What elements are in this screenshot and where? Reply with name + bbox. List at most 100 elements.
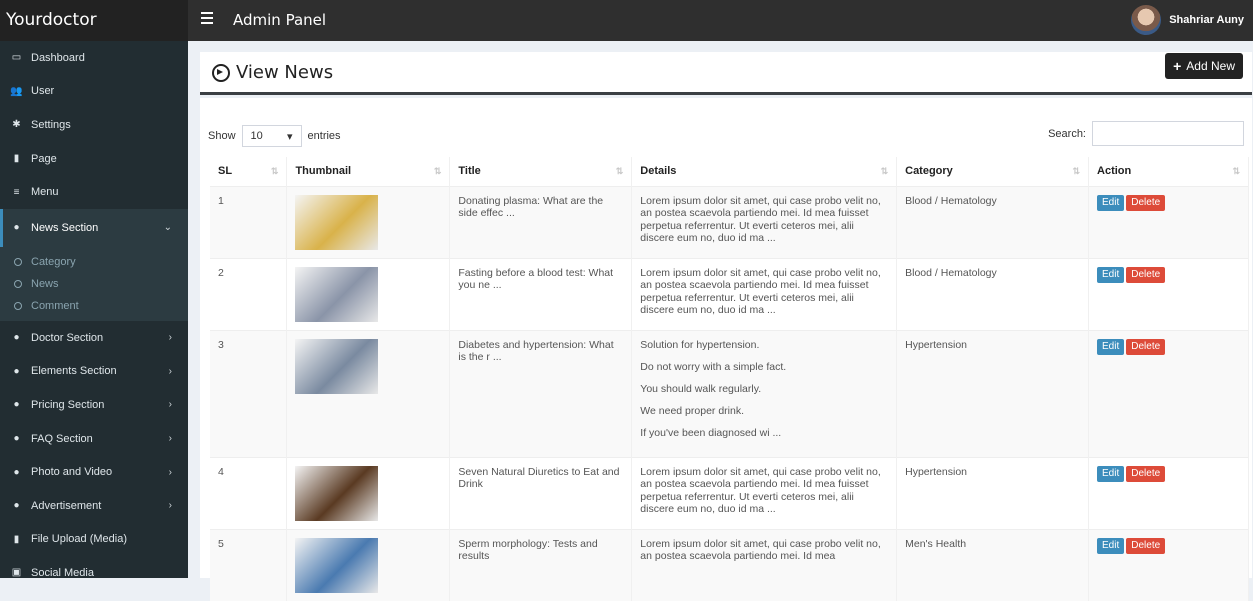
delete-button[interactable]: Delete bbox=[1126, 537, 1166, 554]
page-size-select[interactable]: 10 ▾ bbox=[241, 125, 302, 147]
cell-action: Edit Delete bbox=[1088, 528, 1249, 601]
sidebar-item-label: Pricing Section bbox=[31, 398, 105, 411]
table-row: 4 Seven Natural Diuretics to Eat and Drin… bbox=[210, 456, 1249, 529]
panel-title: Admin Panel bbox=[233, 11, 327, 29]
avatar[interactable] bbox=[1131, 5, 1162, 35]
sidebar-item-label: User bbox=[31, 85, 55, 98]
file-icon: ▮ bbox=[13, 533, 20, 545]
page-size-value: 10 bbox=[250, 130, 263, 142]
sidebar-item-menu[interactable]: ≡ Menu bbox=[0, 175, 188, 209]
cell-title: Diabetes and hypertension: What is the r… bbox=[449, 329, 633, 457]
sidebar-item-page[interactable]: ▮ Page bbox=[0, 142, 188, 176]
edit-button[interactable]: Edit bbox=[1097, 194, 1125, 211]
action-buttons: Edit Delete bbox=[1097, 266, 1240, 283]
cell-title: Seven Natural Diuretics to Eat and Drink bbox=[449, 456, 633, 529]
cell-category: Men's Health bbox=[896, 528, 1090, 601]
column-header-thumbnail[interactable]: Thumbnail ⇅ bbox=[286, 157, 451, 186]
cell-sl: 1 bbox=[210, 185, 288, 258]
action-buttons: Edit Delete bbox=[1097, 338, 1240, 355]
cell-thumbnail bbox=[286, 456, 451, 529]
delete-button[interactable]: Delete bbox=[1126, 465, 1166, 482]
sort-icon: ⇅ bbox=[615, 166, 624, 176]
column-header-title[interactable]: Title ⇅ bbox=[449, 157, 633, 186]
pin-icon: ● bbox=[13, 222, 20, 234]
file-icon: ▮ bbox=[13, 153, 20, 165]
sidebar-subitem-label: Comment bbox=[31, 299, 79, 312]
entries-label: entries bbox=[307, 130, 341, 142]
pin-icon: ● bbox=[13, 365, 20, 377]
sidebar-item-doctor-section[interactable]: ● Doctor Section › bbox=[0, 321, 188, 355]
delete-button[interactable]: Delete bbox=[1126, 266, 1166, 283]
sort-icon: ⇅ bbox=[433, 166, 442, 176]
add-new-button[interactable]: + Add New bbox=[1165, 53, 1243, 79]
cell-category: Blood / Hematology bbox=[896, 185, 1090, 258]
news-table: SL ⇅ Thumbnail ⇅ Title ⇅ Details ⇅ Category ⇅ Acti… bbox=[210, 157, 1249, 601]
sidebar-item-pricing-section[interactable]: ● Pricing Section › bbox=[0, 388, 188, 422]
cell-action: Edit Delete bbox=[1088, 329, 1249, 457]
edit-button[interactable]: Edit bbox=[1097, 338, 1125, 355]
chevron-right-icon: › bbox=[168, 433, 172, 445]
details-line: Do not worry with a simple fact. bbox=[640, 360, 787, 373]
chevron-right-icon: › bbox=[168, 399, 172, 411]
sidebar-item-social-media[interactable]: ▣ Social Media bbox=[0, 556, 188, 590]
cell-sl: 5 bbox=[210, 528, 288, 601]
cell-category: Blood / Hematology bbox=[896, 257, 1090, 330]
search-label: Search: bbox=[1048, 127, 1086, 140]
circle-icon bbox=[14, 257, 22, 266]
sidebar-item-faq-section[interactable]: ● FAQ Section › bbox=[0, 422, 188, 456]
sidebar-subitem-label: News bbox=[31, 277, 59, 290]
delete-button[interactable]: Delete bbox=[1126, 194, 1166, 211]
column-header-label: Thumbnail bbox=[295, 165, 352, 178]
sidebar-item-user[interactable]: 👥 User bbox=[0, 75, 188, 109]
sidebar-item-photo-and-video[interactable]: ● Photo and Video › bbox=[0, 455, 188, 489]
details-line: If you've been diagnosed wi ... bbox=[640, 426, 782, 439]
cell-title: Sperm morphology: Tests and results bbox=[449, 528, 633, 601]
sort-icon: ⇅ bbox=[1072, 166, 1081, 176]
edit-button[interactable]: Edit bbox=[1097, 537, 1125, 554]
search-control: Search: bbox=[1048, 121, 1244, 146]
cell-action: Edit Delete bbox=[1088, 456, 1249, 529]
sidebar-subitem-category[interactable]: Category bbox=[0, 251, 188, 273]
sidebar-subitem-news[interactable]: News bbox=[0, 273, 188, 295]
column-header-category[interactable]: Category ⇅ bbox=[896, 157, 1090, 186]
sidebar-item-label: Menu bbox=[31, 186, 59, 199]
sidebar-item-dashboard[interactable]: ▭ Dashboard bbox=[0, 41, 188, 75]
pin-icon: ● bbox=[13, 500, 20, 512]
edit-button[interactable]: Edit bbox=[1097, 266, 1125, 283]
cell-details: Lorem ipsum dolor sit amet, qui case pro… bbox=[631, 456, 898, 529]
column-header-details[interactable]: Details ⇅ bbox=[631, 157, 898, 186]
sidebar-submenu: Category News Comment bbox=[0, 246, 188, 321]
pin-icon: ● bbox=[13, 332, 20, 344]
pin-icon: ● bbox=[13, 433, 20, 445]
sidebar-item-advertisement[interactable]: ● Advertisement › bbox=[0, 489, 188, 523]
details-line: Solution for hypertension. bbox=[640, 338, 760, 351]
gear-icon: ✱ bbox=[12, 119, 21, 131]
sidebar: ▭ Dashboard 👥 User ✱ Settings ▮ Page ≡ Menu ● News … bbox=[0, 41, 188, 579]
user-name[interactable]: Shahriar Auny bbox=[1169, 14, 1244, 26]
sidebar-item-elements-section[interactable]: ● Elements Section › bbox=[0, 355, 188, 389]
table-row: 2 Fasting before a blood test: What you n… bbox=[210, 257, 1249, 330]
brand-logo[interactable]: Yourdoctor bbox=[0, 0, 188, 41]
news-thumbnail-image bbox=[295, 465, 379, 521]
column-header-sl[interactable]: SL ⇅ bbox=[210, 157, 288, 186]
sidebar-item-label: Doctor Section bbox=[31, 331, 104, 344]
sidebar-item-file-upload-media[interactable]: ▮ File Upload (Media) bbox=[0, 523, 188, 557]
arrow-circle-icon bbox=[212, 63, 230, 82]
sidebar-item-label: Social Media bbox=[31, 566, 94, 579]
edit-button[interactable]: Edit bbox=[1097, 465, 1125, 482]
content-header: View News + Add New bbox=[200, 52, 1252, 95]
hamburger-icon[interactable] bbox=[201, 12, 213, 26]
sidebar-subitem-comment[interactable]: Comment bbox=[0, 295, 188, 317]
user-menu[interactable]: Shahriar Auny bbox=[1131, 5, 1244, 35]
column-header-action[interactable]: Action ⇅ bbox=[1088, 157, 1249, 186]
search-input[interactable] bbox=[1092, 121, 1244, 146]
news-thumbnail-image bbox=[295, 338, 379, 394]
sidebar-item-settings[interactable]: ✱ Settings bbox=[0, 108, 188, 142]
sidebar-item-label: Advertisement bbox=[31, 499, 102, 512]
cell-sl: 3 bbox=[210, 329, 288, 457]
table-row: 3 Diabetes and hypertension: What is the … bbox=[210, 329, 1249, 457]
news-table-box: Show 10 ▾ entries Search: SL ⇅ Thumbnail ⇅ T… bbox=[200, 98, 1252, 601]
sidebar-item-news-section[interactable]: ● News Section ⌄ bbox=[0, 208, 188, 247]
delete-button[interactable]: Delete bbox=[1126, 338, 1166, 355]
cell-thumbnail bbox=[286, 329, 451, 457]
